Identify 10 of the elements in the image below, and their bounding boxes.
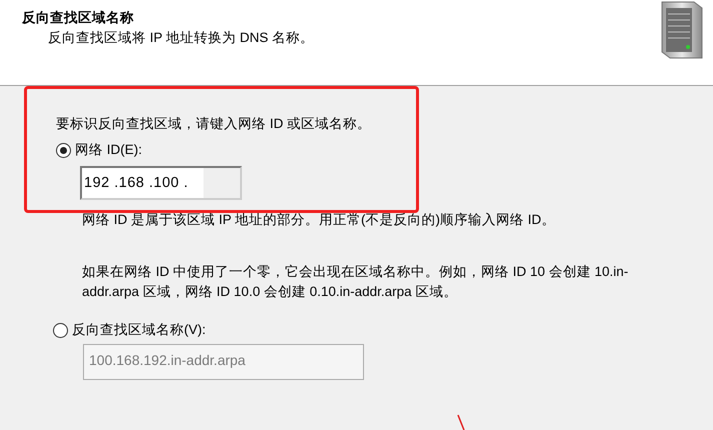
dialog-title: 反向查找区域名称 — [22, 9, 135, 27]
input-field[interactable]: 192 .168 .100 . — [80, 166, 242, 200]
instruction-text: 要标识反向查找区域，请键入网络 ID 或区域名称。 — [56, 115, 372, 133]
option-label[interactable]: 网络 ID(E): — [75, 140, 142, 160]
help-text: 网络 ID 是属于该区域 IP 地址的部分。用正常(不是反向的)顺序输入网络 ID。 — [82, 211, 556, 229]
server-icon — [660, 0, 704, 60]
help-text: 如果在网络 ID 中使用了一个零，它会出现在区域名称中。例如，网络 ID 10 会创建 10.in-addr.arpa 区域，网络 ID 10.0 会创建 0.10.in-addr.arpa 区域。 — [82, 263, 630, 301]
annotation-line — [456, 414, 466, 430]
dialog-subtitle: 反向查找区域将 IP 地址转换为 DNS 名称。 — [47, 29, 316, 47]
radio-button[interactable] — [56, 142, 71, 158]
